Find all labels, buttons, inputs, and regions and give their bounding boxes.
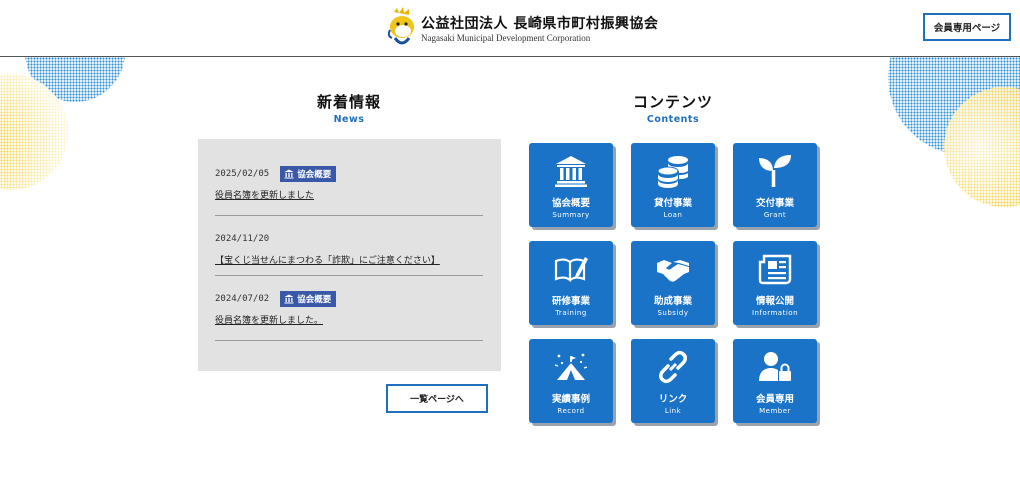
tile-training[interactable]: 研修事業 Training	[529, 241, 613, 325]
tile-label: 情報公開	[755, 296, 794, 307]
tile-label: 研修事業	[551, 296, 590, 307]
news-date: 2025/02/05	[215, 168, 270, 179]
tile-grant[interactable]: 交付事業 Grant	[733, 143, 817, 227]
tile-label-en: Link	[664, 407, 682, 415]
news-title-en: News	[333, 114, 365, 125]
user-lock-icon	[757, 349, 793, 385]
tent-icon	[553, 349, 589, 385]
badge-label: 協会概要	[297, 169, 332, 180]
tile-record[interactable]: 実績事例 Record	[529, 339, 613, 423]
tile-label: 協会概要	[551, 198, 590, 209]
tile-label-en: Record	[557, 407, 585, 415]
org-name: 公益社団法人 長崎県市町村振興協会	[421, 16, 659, 32]
tile-loan[interactable]: 貸付事業 Loan	[631, 143, 715, 227]
news-title-jp: 新着情報	[316, 93, 381, 111]
news-date: 2024/11/20	[215, 233, 270, 244]
tile-label: 交付事業	[755, 198, 794, 209]
news-headline-link[interactable]: 役員名簿を更新しました。	[215, 313, 323, 326]
badge-label: 協会概要	[297, 294, 332, 305]
tile-information[interactable]: 情報公開 Information	[733, 241, 817, 325]
category-badge[interactable]: 協会概要	[280, 165, 337, 182]
news-list: 2025/02/05 協会概要 役員名簿を更新しました 2024/11/20 【…	[198, 139, 501, 371]
tile-label: 会員専用	[755, 394, 794, 405]
category-badge[interactable]: 協会概要	[280, 290, 337, 307]
coins-icon	[655, 153, 691, 189]
tile-label: 貸付事業	[653, 198, 692, 209]
building-icon	[284, 294, 294, 303]
handshake-icon	[655, 251, 691, 287]
tile-subsidy[interactable]: 助成事業 Subsidy	[631, 241, 715, 325]
news-headline-link[interactable]: 【宝くじ当せんにまつわる「詐欺」にご注意ください】	[215, 253, 440, 266]
mascot-logo-icon[interactable]	[385, 6, 419, 48]
link-icon	[655, 349, 691, 385]
news-item[interactable]: 2024/07/02 協会概要 役員名簿を更新しました。	[215, 290, 483, 341]
tile-label-en: Summary	[552, 211, 590, 219]
book-pen-icon	[553, 251, 589, 287]
site-header: 公益社団法人 長崎県市町村振興協会 Nagasaki Municipal Dev…	[0, 0, 1020, 57]
contents-section-title: コンテンツ Contents	[613, 91, 733, 125]
building-icon	[284, 169, 294, 178]
tile-label-en: Loan	[663, 211, 683, 219]
tile-label: 助成事業	[653, 296, 692, 307]
decoration-left	[0, 57, 125, 207]
tile-link[interactable]: リンク Link	[631, 339, 715, 423]
building-icon	[553, 153, 589, 189]
decoration-right	[886, 57, 1020, 207]
news-item[interactable]: 2024/11/20 【宝くじ当せんにまつわる「詐欺」にご注意ください】	[215, 230, 483, 276]
tile-member[interactable]: 会員専用 Member	[733, 339, 817, 423]
news-list-button[interactable]: 一覧ページへ	[386, 384, 488, 413]
member-page-button[interactable]: 会員専用ページ	[923, 13, 1011, 41]
sprout-icon	[757, 153, 793, 189]
org-name-en: Nagasaki Municipal Development Corporati…	[421, 33, 591, 43]
news-item[interactable]: 2025/02/05 協会概要 役員名簿を更新しました	[215, 165, 483, 216]
contents-title-en: Contents	[646, 114, 700, 125]
news-section-title: 新着情報 News	[297, 91, 401, 125]
tile-label-en: Grant	[763, 211, 787, 219]
tile-label: リンク	[658, 394, 688, 405]
news-date: 2024/07/02	[215, 293, 270, 304]
tile-label-en: Information	[751, 309, 799, 317]
contents-title-jp: コンテンツ	[632, 93, 713, 111]
news-headline-link[interactable]: 役員名簿を更新しました	[215, 188, 314, 201]
tile-label-en: Training	[555, 309, 587, 317]
tile-summary[interactable]: 協会概要 Summary	[529, 143, 613, 227]
tile-label-en: Subsidy	[657, 309, 689, 317]
tile-label: 実績事例	[551, 394, 590, 405]
newspaper-icon	[757, 251, 793, 287]
tile-label-en: Member	[759, 407, 791, 415]
